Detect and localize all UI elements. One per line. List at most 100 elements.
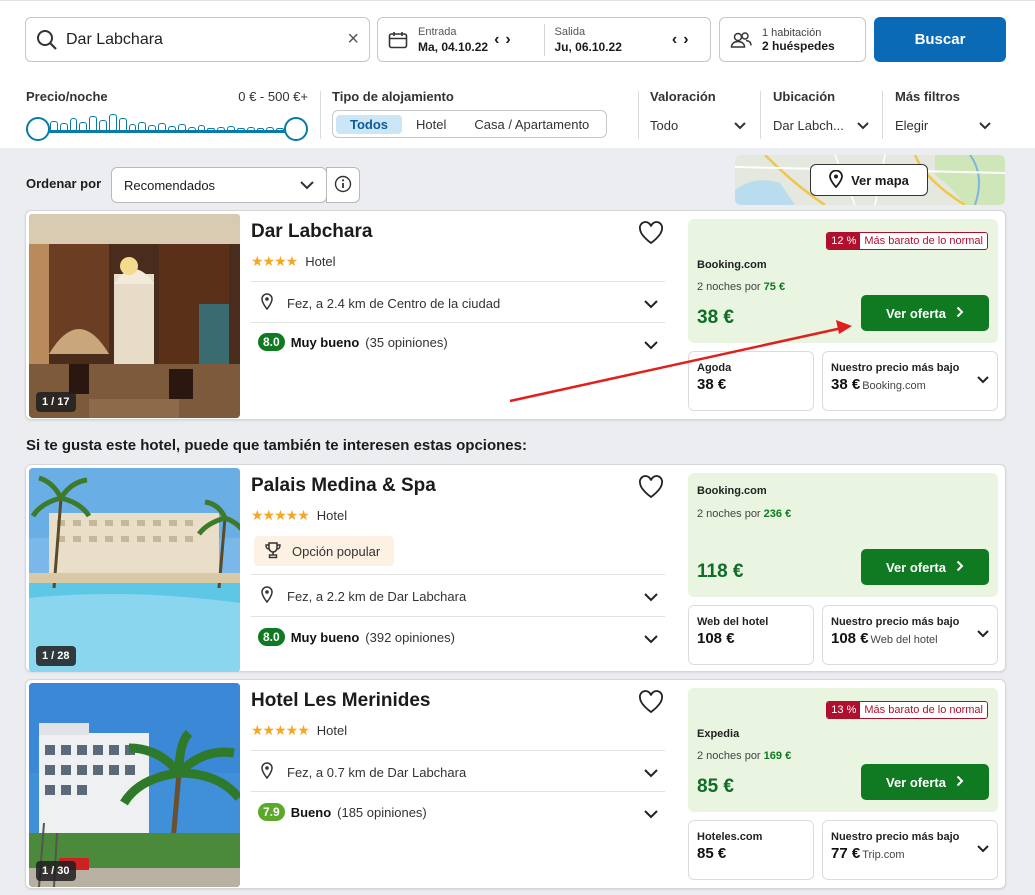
sort-label: Ordenar por	[26, 176, 102, 191]
best-deal-box[interactable]: 12 % Más barato de lo normal Booking.com…	[688, 219, 998, 343]
deal-price: 118 €	[697, 561, 744, 582]
hotel-card[interactable]: 1 / 17 Dar Labchara ★★★★ Hotel Fez, a 2.…	[25, 210, 1006, 420]
hotel-photo[interactable]: 1 / 28	[29, 468, 240, 672]
type-option-hotel[interactable]: Hotel	[402, 115, 460, 134]
hotel-card[interactable]: 1 / 30 Hotel Les Merinides ★★★★★ Hotel F…	[25, 679, 1006, 889]
alternative-offer[interactable]: Web del hotel 108 €	[688, 605, 814, 665]
rooms-text: 1 habitación	[762, 26, 822, 39]
chevron-down-icon[interactable]	[644, 632, 658, 647]
sort-info-button[interactable]	[326, 167, 360, 203]
star-rating-icon: ★★★★★	[251, 722, 310, 738]
location-pin-icon	[261, 586, 273, 606]
checkin-prev-next[interactable]: ‹›	[494, 31, 517, 49]
type-option-house[interactable]: Casa / Apartamento	[460, 115, 603, 134]
calendar-icon	[388, 31, 408, 49]
price-range-value: 0 € - 500 €+	[238, 89, 308, 104]
hotel-category: ★★★★ Hotel	[251, 253, 336, 270]
alt-price: 108 €	[697, 630, 735, 647]
guests-selector[interactable]: 1 habitación 2 huéspedes	[719, 17, 866, 62]
lowest-price-provider: Booking.com	[862, 380, 926, 392]
favorite-heart-icon[interactable]	[638, 690, 664, 717]
alt-provider: Hoteles.com	[697, 831, 763, 843]
search-header: Dar Labchara × Entrada Ma, 04.10.22 ‹› S…	[0, 0, 1035, 148]
destination-input[interactable]: Dar Labchara	[66, 31, 347, 49]
view-map-button[interactable]: Ver mapa	[810, 164, 928, 196]
alternative-offer[interactable]: Agoda 38 €	[688, 351, 814, 411]
lowest-price-offer[interactable]: Nuestro precio más bajo 77 € Trip.com	[822, 820, 998, 880]
chevron-right-icon	[956, 306, 964, 321]
checkout-label: Salida	[554, 25, 586, 38]
more-filters[interactable]: Más filtros Elegir	[895, 89, 991, 133]
type-option-all[interactable]: Todos	[336, 114, 403, 134]
checkout-value: Ju, 06.10.22	[554, 39, 622, 54]
alt-provider: Agoda	[697, 362, 732, 374]
chevron-down-icon	[979, 118, 991, 133]
checkout-field[interactable]: Salida Ju, 06.10.22 ‹›	[545, 18, 711, 61]
slider-min-handle[interactable]	[26, 117, 50, 141]
lowest-price-label: Nuestro precio más bajo	[831, 362, 960, 374]
lowest-price-provider: Web del hotel	[870, 634, 938, 646]
chevron-down-icon[interactable]	[977, 626, 989, 641]
hotel-rating[interactable]: 8.0 Muy bueno (392 opiniones)	[258, 628, 455, 646]
view-offer-button[interactable]: Ver oferta	[861, 549, 989, 585]
photo-counter: 1 / 28	[36, 646, 76, 666]
type-segmented-control: Todos Hotel Casa / Apartamento	[332, 110, 608, 138]
favorite-heart-icon[interactable]	[638, 475, 664, 502]
lowest-price-value: 77 €	[831, 845, 861, 862]
hotel-name[interactable]: Hotel Les Merinides	[251, 690, 431, 712]
alternative-offer[interactable]: Hoteles.com 85 €	[688, 820, 814, 880]
hotel-rating[interactable]: 8.0 Muy bueno (35 opiniones)	[258, 333, 448, 351]
best-deal-box[interactable]: Booking.com 2 noches por 236 € 118 € Ver…	[688, 473, 998, 597]
review-count: (392 opiniones)	[365, 629, 455, 645]
chevron-down-icon[interactable]	[644, 297, 658, 312]
destination-search[interactable]: Dar Labchara ×	[25, 17, 370, 62]
photo-counter: 1 / 30	[36, 861, 76, 881]
location-text: Fez, a 2.2 km de Dar Labchara	[287, 588, 467, 604]
view-offer-button[interactable]: Ver oferta	[861, 764, 989, 800]
location-filter[interactable]: Ubicación Dar Labch...	[773, 89, 869, 133]
rating-label: Muy bueno	[290, 629, 360, 645]
chevron-down-icon[interactable]	[644, 590, 658, 605]
hotel-type: Hotel	[305, 254, 336, 269]
chevron-down-icon[interactable]	[644, 766, 658, 781]
location-filter-label: Ubicación	[773, 89, 836, 104]
hotel-location[interactable]: Fez, a 0.7 km de Dar Labchara	[261, 762, 466, 782]
map-preview[interactable]: Ver mapa	[735, 155, 1005, 205]
chevron-down-icon[interactable]	[977, 372, 989, 387]
hotel-type: Hotel	[316, 723, 348, 738]
star-rating-icon: ★★★★	[251, 253, 298, 269]
hotel-rating[interactable]: 7.9 Bueno (185 opiniones)	[258, 803, 427, 821]
alt-price: 85 €	[697, 845, 727, 862]
deal-provider: Booking.com	[697, 259, 767, 271]
lowest-price-offer[interactable]: Nuestro precio más bajo 38 € Booking.com	[822, 351, 998, 411]
sort-select[interactable]: Recomendados	[111, 167, 327, 203]
search-button[interactable]: Buscar	[874, 17, 1006, 62]
badge-percent: 12 %	[827, 233, 861, 249]
chevron-down-icon[interactable]	[644, 807, 658, 822]
hotel-photo[interactable]: 1 / 17	[29, 214, 240, 418]
best-deal-box[interactable]: 13 % Más barato de lo normal Expedia 2 n…	[688, 688, 998, 812]
lowest-price-offer[interactable]: Nuestro precio más bajo 108 € Web del hot…	[822, 605, 998, 665]
rating-filter[interactable]: Valoración Todo	[650, 89, 746, 133]
hotel-location[interactable]: Fez, a 2.4 km de Centro de la ciudad	[261, 293, 500, 313]
checkout-prev-next[interactable]: ‹›	[672, 31, 695, 49]
divider	[251, 616, 665, 617]
clear-icon[interactable]: ×	[347, 28, 359, 51]
chevron-down-icon[interactable]	[644, 338, 658, 353]
badge-text: Más barato de lo normal	[860, 233, 987, 249]
hotel-name[interactable]: Palais Medina & Spa	[251, 475, 436, 497]
lowest-price-value: 38 €	[831, 376, 861, 393]
hotel-location[interactable]: Fez, a 2.2 km de Dar Labchara	[261, 586, 466, 606]
chevron-down-icon[interactable]	[977, 841, 989, 856]
hotel-photo[interactable]: 1 / 30	[29, 683, 240, 887]
date-picker[interactable]: Entrada Ma, 04.10.22 ‹› Salida Ju, 06.10…	[377, 17, 711, 62]
badge-percent: 13 %	[827, 702, 861, 718]
favorite-heart-icon[interactable]	[638, 221, 664, 248]
review-count: (185 opiniones)	[337, 804, 427, 820]
checkin-field[interactable]: Entrada Ma, 04.10.22 ‹›	[378, 18, 544, 61]
view-offer-button[interactable]: Ver oferta	[861, 295, 989, 331]
hotel-name[interactable]: Dar Labchara	[251, 221, 372, 243]
hotel-card[interactable]: 1 / 28 Palais Medina & Spa ★★★★★ Hotel O…	[25, 464, 1006, 672]
slider-max-handle[interactable]	[284, 117, 308, 141]
price-slider[interactable]	[26, 108, 308, 144]
